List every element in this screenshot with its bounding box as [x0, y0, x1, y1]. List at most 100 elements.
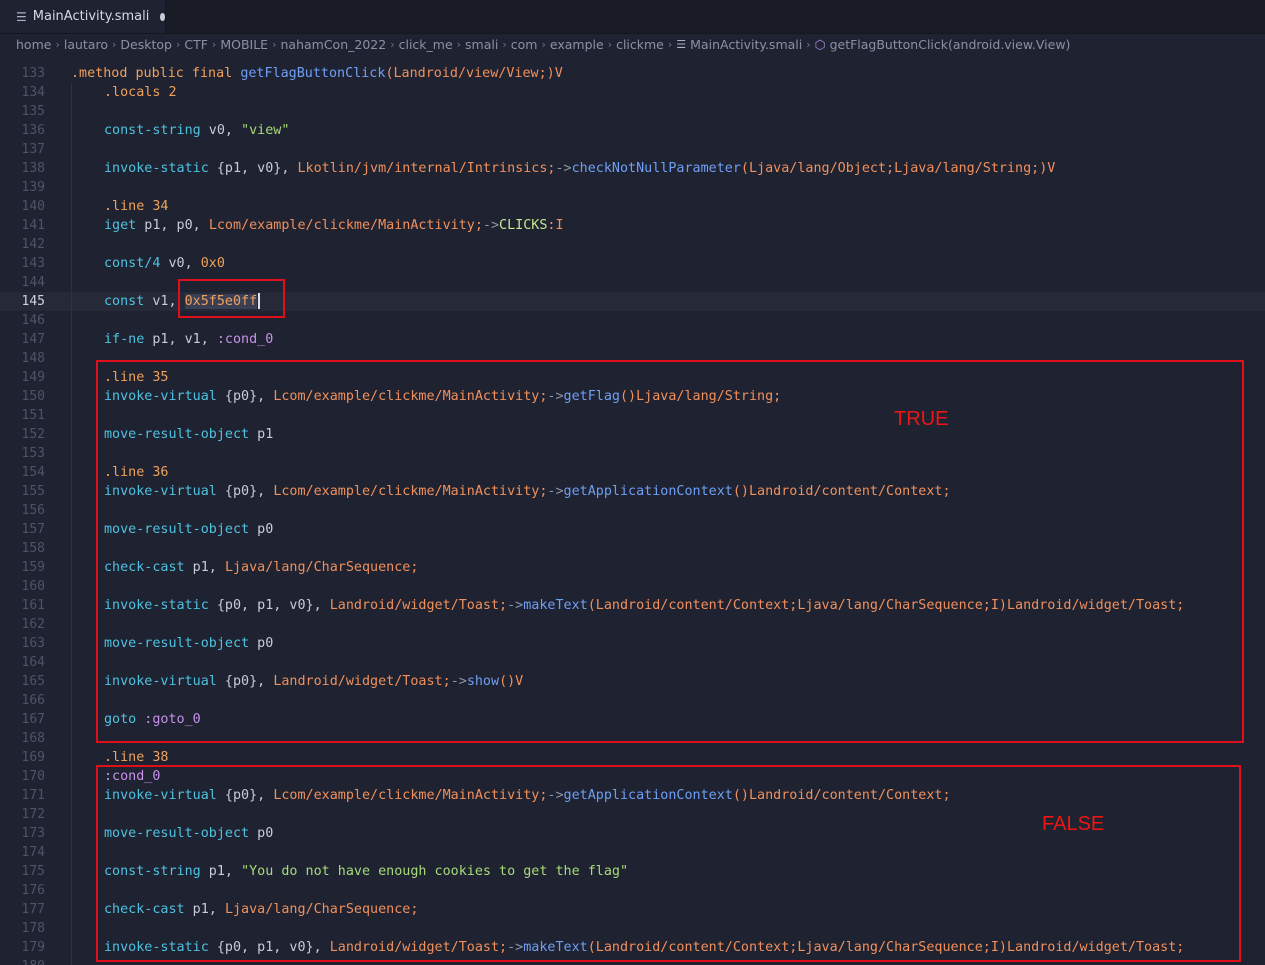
breadcrumb-item[interactable]: home	[16, 37, 51, 52]
code-token: (Ljava/lang/Object;Ljava/lang/String;)V	[740, 161, 1056, 176]
code-token: 0x0	[200, 256, 225, 271]
code-token: p1, p0,	[136, 218, 209, 233]
line-number: 177	[21, 902, 45, 917]
line-number: 179	[21, 940, 45, 955]
breadcrumb-item[interactable]: lautaro	[64, 37, 108, 52]
line-number: 139	[21, 180, 45, 195]
code-token: Lcom/example/clickme/MainActivity;	[208, 218, 483, 233]
code-token: const/4	[104, 256, 161, 271]
code-line: 134 .locals 2	[0, 83, 1265, 102]
lines-icon: ☰	[16, 9, 27, 24]
line-number: 172	[21, 807, 45, 822]
code-line: 140 .line 34	[0, 197, 1265, 216]
line-number: 156	[21, 503, 45, 518]
tab-bar: ☰ MainActivity.smali	[0, 0, 1265, 34]
breadcrumb-item[interactable]: example	[550, 37, 604, 52]
line-number: 175	[21, 864, 45, 879]
breadcrumb-item[interactable]: clickme	[616, 37, 664, 52]
line-number: 170	[21, 769, 45, 784]
breadcrumb-item[interactable]: CTF	[184, 37, 208, 52]
line-number: 161	[21, 598, 45, 613]
code-token: CLICKS	[499, 218, 548, 233]
breadcrumb-file[interactable]: MainActivity.smali	[690, 37, 802, 52]
line-number: 147	[21, 332, 45, 347]
line-number: 169	[21, 750, 45, 765]
breadcrumb-item[interactable]: nahamCon_2022	[280, 37, 386, 52]
line-number: 135	[21, 104, 45, 119]
breadcrumb-item[interactable]: Desktop	[120, 37, 172, 52]
line-number: 155	[21, 484, 45, 499]
breadcrumb-method[interactable]: getFlagButtonClick(android.view.View)	[830, 37, 1071, 52]
chevron-right-icon: ›	[607, 38, 613, 51]
annotation-false-label: FALSE	[1042, 813, 1105, 835]
chevron-right-icon: ›	[806, 38, 811, 51]
cube-icon: ⬡	[814, 37, 826, 52]
code-line: 137	[0, 140, 1265, 159]
tab-mainactivity[interactable]: ☰ MainActivity.smali	[0, 0, 166, 33]
line-number: 136	[21, 123, 45, 138]
line-number: 145	[21, 294, 45, 309]
annotation-true-label: TRUE	[894, 408, 949, 430]
chevron-right-icon: ›	[541, 38, 546, 51]
line-number: 163	[21, 636, 45, 651]
line-number: 144	[21, 275, 45, 290]
code-token: {p1, v0},	[208, 161, 298, 176]
breadcrumb-item[interactable]: MOBILE	[220, 37, 268, 52]
line-content: .line 34	[104, 197, 169, 216]
code-token: Lkotlin/jvm/internal/Intrinsics;	[297, 161, 556, 176]
line-number: 158	[21, 541, 45, 556]
line-number: 167	[21, 712, 45, 727]
code-token: v0,	[160, 256, 201, 271]
code-token: p1, v1,	[144, 332, 217, 347]
line-number: 178	[21, 921, 45, 936]
breadcrumb-item[interactable]: com	[511, 37, 538, 52]
code-token: :cond_0	[216, 332, 274, 347]
unsaved-dot-icon[interactable]	[160, 12, 165, 21]
line-number: 176	[21, 883, 45, 898]
code-token: .locals 2	[104, 85, 177, 100]
chevron-right-icon: ›	[111, 38, 117, 51]
line-number: 137	[21, 142, 45, 157]
chevron-right-icon: ›	[55, 38, 60, 51]
line-number: 148	[21, 351, 45, 366]
line-content: .method public final getFlagButtonClick(…	[71, 64, 563, 83]
lines-icon: ☰	[676, 38, 687, 51]
line-number: 159	[21, 560, 45, 575]
line-content: if-ne p1, v1, :cond_0	[104, 330, 273, 349]
code-line: 139	[0, 178, 1265, 197]
code-token: getFlagButtonClick	[240, 66, 386, 81]
chevron-right-icon: ›	[211, 38, 217, 51]
code-token: .method public final	[71, 66, 241, 81]
code-line: 133 .method public final getFlagButtonCli…	[0, 64, 1265, 83]
line-number: 133	[21, 66, 45, 81]
code-token: iget	[104, 218, 137, 233]
line-content: invoke-static {p1, v0}, Lkotlin/jvm/inte…	[104, 159, 1055, 178]
line-number: 150	[21, 389, 45, 404]
code-token: .line 34	[104, 199, 169, 214]
code-line: 143 const/4 v0, 0x0	[0, 254, 1265, 273]
line-number: 174	[21, 845, 45, 860]
chevron-right-icon: ›	[272, 38, 277, 51]
code-line: 135	[0, 102, 1265, 121]
line-number: 138	[21, 161, 45, 176]
chevron-right-icon: ›	[175, 38, 181, 51]
chevron-right-icon: ›	[390, 38, 395, 51]
code-token: const	[104, 294, 145, 309]
code-line: 142	[0, 235, 1265, 254]
line-number: 151	[21, 408, 45, 423]
line-content: .locals 2	[104, 83, 177, 102]
code-line: 141 iget p1, p0, Lcom/example/clickme/Mai…	[0, 216, 1265, 235]
line-number: 166	[21, 693, 45, 708]
code-token: ->	[555, 161, 572, 176]
line-content: iget p1, p0, Lcom/example/clickme/MainAc…	[104, 216, 564, 235]
line-number: 152	[21, 427, 45, 442]
breadcrumb: home › lautaro › Desktop › CTF › MOBILE › nah…	[0, 34, 1265, 55]
line-number: 171	[21, 788, 45, 803]
breadcrumb-item[interactable]: smali	[465, 37, 498, 52]
code-token: ->	[482, 218, 500, 233]
highlight-box-true-branch	[96, 360, 1244, 743]
line-number: 164	[21, 655, 45, 670]
line-number: 149	[21, 370, 45, 385]
code-token: if-ne	[104, 332, 145, 347]
breadcrumb-item[interactable]: click_me	[399, 37, 453, 52]
